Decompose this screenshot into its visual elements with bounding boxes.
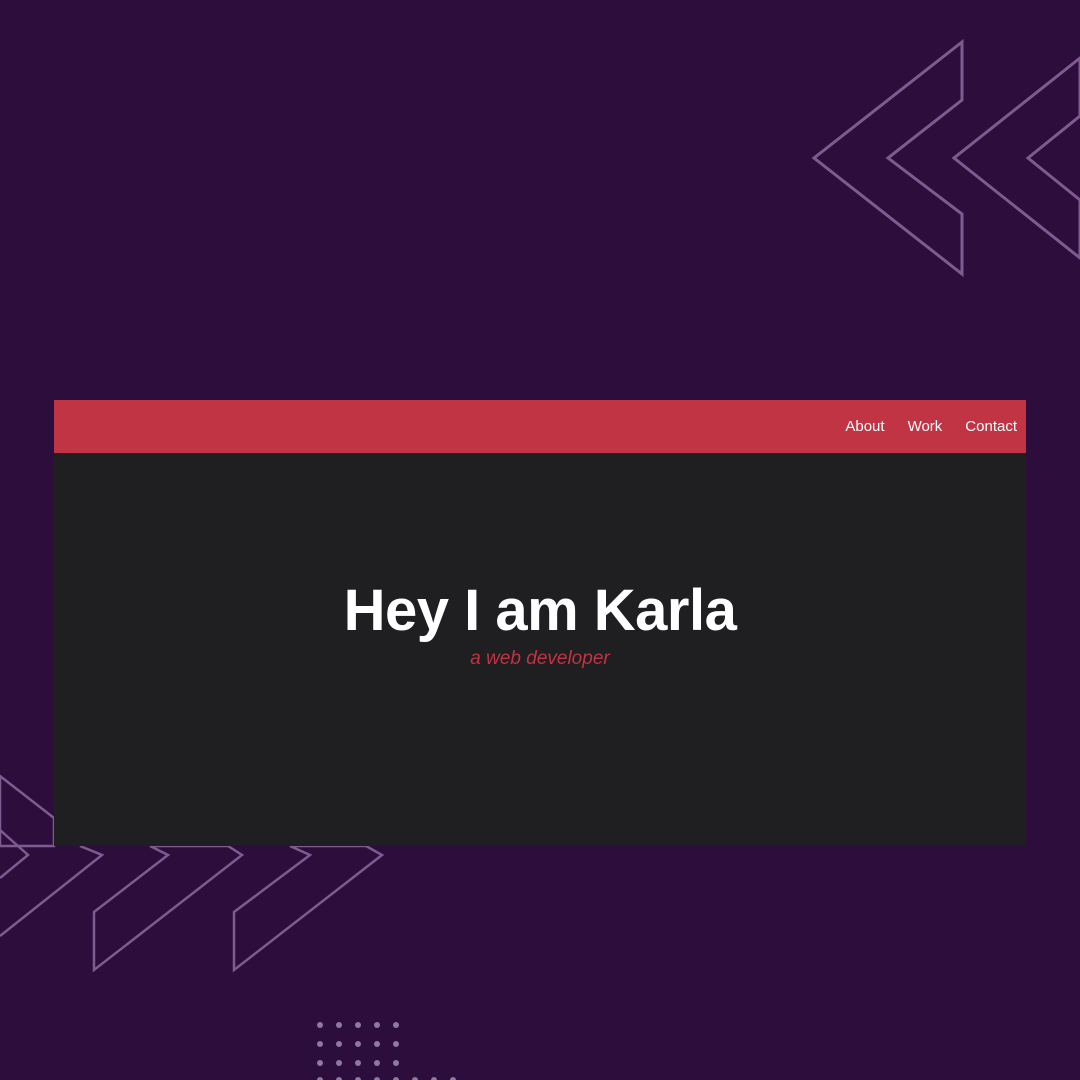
nav-link-about[interactable]: About (845, 418, 884, 435)
nav-links: About Work Contact (845, 400, 1017, 453)
nav-link-work[interactable]: Work (908, 418, 943, 435)
chevron-decoration-top-1 (811, 38, 964, 278)
chevron-decoration-bottom-2 (0, 829, 30, 879)
chevron-decoration-bottom-3 (0, 844, 105, 937)
chevron-decoration-bottom-5 (232, 844, 385, 973)
canvas: About Work Contact Hey I am Karla a web … (0, 0, 1080, 1080)
hero-title: Hey I am Karla (343, 578, 737, 643)
chevron-decoration-top-2 (951, 56, 1080, 260)
navbar: About Work Contact (54, 400, 1026, 453)
hero-section: Hey I am Karla a web developer (54, 575, 1026, 671)
chevron-decoration-bottom-4 (92, 844, 245, 973)
chevron-decoration-bottom-1 (0, 774, 56, 848)
dot-grid-decoration (317, 1022, 456, 1080)
website-preview: About Work Contact Hey I am Karla a web … (54, 400, 1026, 846)
hero-subtitle: a web developer (470, 648, 610, 669)
nav-link-contact[interactable]: Contact (965, 418, 1017, 435)
